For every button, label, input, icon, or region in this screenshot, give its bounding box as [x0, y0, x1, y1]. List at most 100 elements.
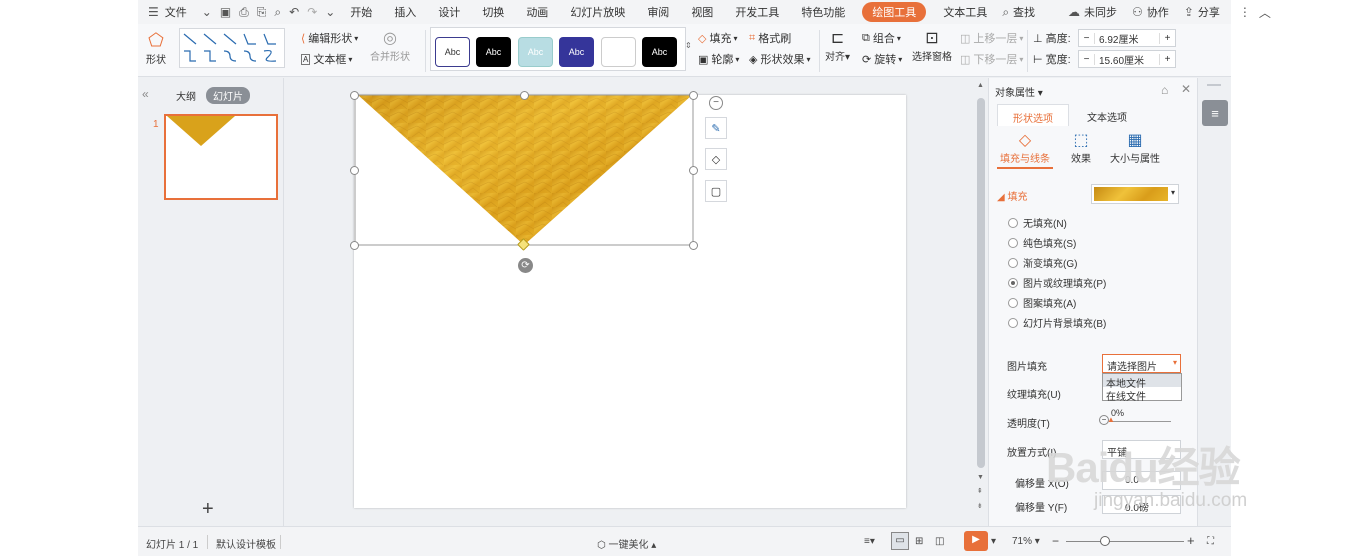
- style-black[interactable]: Abc: [476, 37, 511, 67]
- fit-window-icon[interactable]: ⛶: [1207, 536, 1214, 547]
- style-black-2[interactable]: Abc: [642, 37, 677, 67]
- outline-float-button[interactable]: ▢: [705, 180, 727, 202]
- style-white[interactable]: [601, 37, 636, 67]
- normal-view-icon[interactable]: ▭: [891, 532, 909, 550]
- collab-button[interactable]: 协作: [1147, 4, 1180, 20]
- hamburger-menu-icon[interactable]: ☰: [138, 5, 163, 19]
- save-icon[interactable]: ▣: [216, 5, 235, 19]
- resize-handle-tr[interactable]: [689, 91, 698, 100]
- shape-effect-button[interactable]: ◈ 形状效果 ▾: [749, 51, 810, 67]
- tab-shape-options[interactable]: 形状选项: [997, 104, 1069, 126]
- placement-select[interactable]: 平铺: [1102, 440, 1181, 459]
- merge-shape-button[interactable]: ◎ 合并形状: [370, 28, 410, 63]
- search-button[interactable]: 查找: [1013, 4, 1046, 20]
- scroll-thumb[interactable]: [977, 98, 985, 468]
- slide-sorter-icon[interactable]: ⊞: [915, 536, 923, 547]
- sub-effect[interactable]: ⬚ 效果: [1063, 130, 1099, 165]
- sync-status[interactable]: 未同步: [1084, 4, 1128, 20]
- selection-pane-button[interactable]: ⊡ 选择窗格: [912, 28, 952, 63]
- play-options-icon[interactable]: ▾: [991, 536, 996, 547]
- prev-page-icon[interactable]: ⇞: [977, 487, 983, 495]
- decrease-width-button[interactable]: −: [1079, 53, 1095, 65]
- template-name[interactable]: 默认设计模板: [216, 536, 276, 551]
- sub-size[interactable]: ▦ 大小与属性: [1107, 130, 1163, 165]
- tab-design[interactable]: 设计: [427, 4, 471, 20]
- radio-no-fill[interactable]: 无填充(N): [1008, 215, 1067, 230]
- zoom-slider-thumb[interactable]: [1100, 536, 1110, 546]
- tab-drawing-tools[interactable]: 绘图工具: [862, 2, 927, 22]
- style-outline-purple[interactable]: Abc: [435, 37, 470, 67]
- zoom-level[interactable]: 71% ▾: [1012, 536, 1040, 547]
- shape-gallery[interactable]: [179, 28, 285, 68]
- group-button[interactable]: ⧉ 组合 ▾: [862, 30, 901, 46]
- share-icon[interactable]: ⇪: [1180, 5, 1198, 19]
- tab-review[interactable]: 审阅: [636, 4, 680, 20]
- add-slide-button[interactable]: +: [202, 498, 214, 521]
- tab-view[interactable]: 视图: [680, 4, 724, 20]
- shape-button[interactable]: ⬠ 形状: [146, 30, 166, 66]
- tab-developer[interactable]: 开发工具: [724, 4, 790, 20]
- align-button[interactable]: ⊏ 对齐▾: [825, 28, 850, 63]
- edit-shape-float-button[interactable]: ✎: [705, 117, 727, 139]
- notes-toggle-icon[interactable]: ≡▾: [864, 536, 875, 547]
- rotate-handle[interactable]: ⟳: [518, 258, 533, 273]
- beautify-button[interactable]: ⬡ 一键美化 ▴: [597, 536, 656, 551]
- height-stepper[interactable]: − 6.92厘米 +: [1078, 29, 1176, 47]
- print-icon[interactable]: ⎘: [253, 5, 271, 20]
- slide-thumbnail[interactable]: [164, 114, 278, 200]
- undo-icon[interactable]: ↶: [285, 5, 303, 19]
- radio-slide-background-fill[interactable]: 幻灯片背景填充(B): [1008, 315, 1106, 330]
- height-input[interactable]: 6.92厘米: [1095, 31, 1159, 46]
- scroll-down-icon[interactable]: ▼: [977, 474, 984, 481]
- cloud-icon[interactable]: ☁: [1064, 5, 1084, 19]
- lock-icon[interactable]: ⌂: [1161, 83, 1168, 97]
- triangle-shape[interactable]: [354, 94, 906, 508]
- send-backward-button[interactable]: ◫ 下移一层 ▾: [960, 51, 1023, 67]
- fill-button[interactable]: ◇ 填充 ▾: [698, 30, 737, 46]
- resize-handle-br[interactable]: [689, 241, 698, 250]
- collapse-ribbon-icon[interactable]: ︿: [1255, 4, 1275, 21]
- offset-x-stepper[interactable]: 0.0: [1102, 471, 1181, 490]
- sub-fill-line[interactable]: ◇ 填充与线条: [997, 130, 1053, 169]
- tab-animation[interactable]: 动画: [515, 4, 559, 20]
- width-stepper[interactable]: − 15.60厘米 +: [1078, 50, 1176, 68]
- slide-canvas[interactable]: [354, 94, 906, 508]
- edit-shape-button[interactable]: ⟨ 编辑形状 ▾: [301, 30, 358, 46]
- scroll-up-icon[interactable]: ▲: [977, 82, 984, 89]
- rotate-button[interactable]: ⟳ 旋转 ▾: [862, 51, 902, 67]
- radio-gradient-fill[interactable]: 渐变填充(G): [1008, 255, 1077, 270]
- radio-pattern-fill[interactable]: 图案填充(A): [1008, 295, 1076, 310]
- zoom-out-button[interactable]: −: [1052, 534, 1059, 548]
- close-icon[interactable]: ✕: [1181, 82, 1191, 96]
- tab-text-options[interactable]: 文本选项: [1087, 109, 1127, 124]
- properties-toggle-button[interactable]: ≡: [1202, 100, 1228, 126]
- increase-width-button[interactable]: +: [1159, 53, 1175, 65]
- tab-slides[interactable]: 幻灯片: [206, 87, 250, 104]
- offset-y-stepper[interactable]: 0.0磅: [1102, 495, 1181, 514]
- resize-handle-mr[interactable]: [689, 166, 698, 175]
- chevron-down-icon[interactable]: ⌄: [198, 5, 216, 19]
- print-preview-icon[interactable]: ⌕: [270, 5, 285, 20]
- width-input[interactable]: 15.60厘米: [1095, 52, 1159, 67]
- reading-view-icon[interactable]: ◫: [935, 536, 944, 547]
- more-options-icon[interactable]: ⋮: [1235, 5, 1255, 19]
- collapse-panel-icon[interactable]: «: [142, 87, 149, 101]
- fill-preview-dropdown[interactable]: ▾: [1091, 184, 1179, 204]
- canvas-scrollbar[interactable]: ▲ ▼ ⇞ ⇟: [974, 78, 988, 526]
- style-light-blue[interactable]: Abc: [518, 37, 553, 67]
- redo-icon[interactable]: ↷: [303, 5, 321, 19]
- export-pdf-icon[interactable]: ⎙: [235, 5, 253, 20]
- tab-home[interactable]: 开始: [339, 4, 383, 20]
- increase-height-button[interactable]: +: [1159, 32, 1175, 44]
- panel-title-wrap[interactable]: 对象属性 ▾: [995, 84, 1043, 99]
- zoom-in-button[interactable]: +: [1187, 533, 1195, 548]
- tab-text-tools[interactable]: 文本工具: [932, 4, 998, 20]
- radio-picture-texture-fill[interactable]: 图片或纹理填充(P): [1008, 275, 1106, 290]
- style-navy[interactable]: Abc: [559, 37, 594, 67]
- decrease-height-button[interactable]: −: [1079, 32, 1095, 44]
- tab-features[interactable]: 特色功能: [790, 4, 856, 20]
- collapse-toolbar-icon[interactable]: −: [709, 96, 723, 110]
- tab-insert[interactable]: 插入: [383, 4, 427, 20]
- transparency-slider[interactable]: [1111, 421, 1171, 422]
- outline-button[interactable]: ▣ 轮廓 ▾: [698, 51, 739, 67]
